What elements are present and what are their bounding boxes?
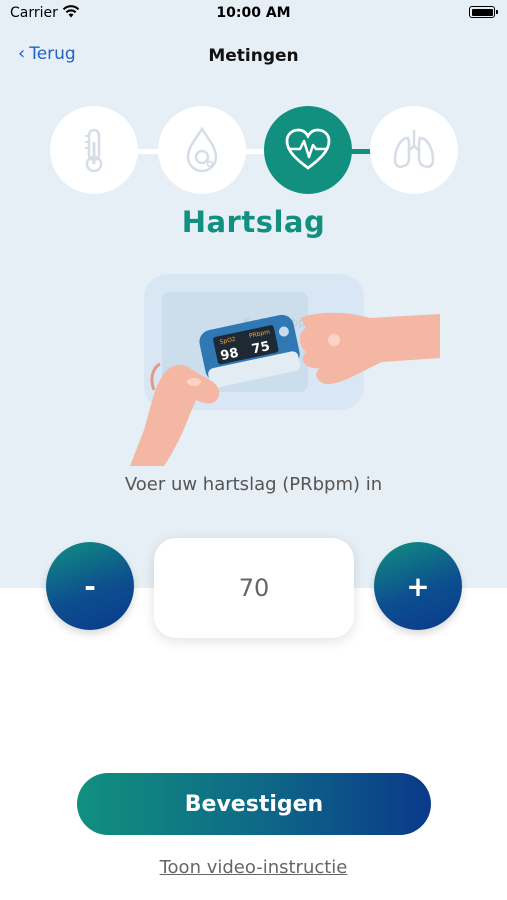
step-heart-rate[interactable] (264, 106, 352, 194)
page-title: Metingen (208, 46, 299, 66)
instruction-text: Voer uw hartslag (PRbpm) in (124, 474, 383, 495)
measurement-steps (0, 106, 507, 196)
step-lungs[interactable] (370, 106, 458, 194)
heart-rate-value-field[interactable]: 70 (154, 538, 354, 638)
clock: 10:00 AM (216, 5, 291, 21)
battery-icon (469, 6, 498, 18)
oxygen-drop-icon (186, 126, 218, 173)
status-bar: Carrier 10:00 AM (0, 0, 507, 30)
increment-button[interactable]: + (374, 542, 462, 630)
step-oxygen[interactable] (158, 106, 246, 194)
video-instruction-link[interactable]: Toon video-instructie (0, 857, 507, 878)
section-title: Hartslag (181, 205, 326, 239)
decrement-button[interactable]: - (46, 542, 134, 630)
step-temperature[interactable] (50, 106, 138, 194)
thermometer-icon (85, 128, 103, 173)
lungs-icon (393, 130, 435, 168)
confirm-button[interactable]: Bevestigen (77, 773, 431, 835)
pulse-oximeter-illustration: SpO2 PRbpm SpO2 PRbpm 98 75 (130, 274, 440, 466)
heart-rate-icon (285, 128, 331, 170)
